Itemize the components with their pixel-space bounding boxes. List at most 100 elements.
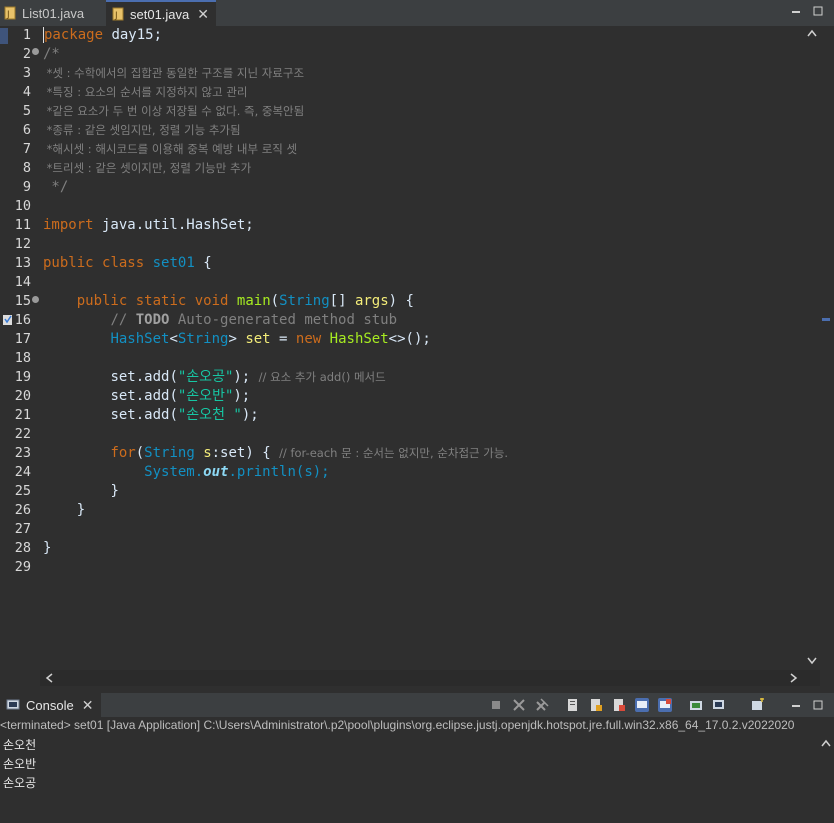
- line-number: 15: [14, 293, 31, 309]
- code-line-6: *종류 : 같은 셋임지만, 정렬 기능 추가됨: [43, 123, 241, 137]
- line-number: 25: [14, 483, 31, 499]
- code-line-15: public static void main(String[] args) {: [76, 293, 414, 309]
- code-line-19: set.add("손오공"); // 요소 추가 add() 메서드: [110, 369, 386, 385]
- line-number: 17: [14, 331, 31, 347]
- line-number: 13: [14, 255, 31, 271]
- code-line-8: *트리셋 : 같은 셋이지만, 정렬 기능만 추가: [43, 161, 252, 175]
- code-line-7: *해시셋 : 해시코드를 이용해 중복 예방 내부 로직 셋: [43, 142, 298, 156]
- tab-set01-java[interactable]: J set01.java ✕: [106, 0, 216, 26]
- line-number: 18: [14, 350, 31, 366]
- scroll-right-icon[interactable]: [790, 673, 798, 686]
- console-output[interactable]: 손오천 손오반 손오공: [0, 734, 818, 823]
- line-number: 22: [14, 426, 31, 442]
- svg-text:J: J: [6, 10, 10, 20]
- editor-horizontal-scrollbar[interactable]: [40, 670, 820, 686]
- fold-toggle-icon[interactable]: [32, 48, 39, 55]
- maximize-icon[interactable]: [811, 698, 825, 712]
- code-line-5: *같은 요소가 두 번 이상 저장될 수 없다. 즉, 중복안됨: [43, 104, 305, 118]
- line-number: 7: [22, 141, 31, 157]
- line-number: 9: [22, 179, 31, 195]
- show-console-output-icon[interactable]: [612, 698, 626, 712]
- code-line-28: }: [43, 540, 52, 556]
- display-selected-console-icon[interactable]: [689, 698, 703, 712]
- code-line-21: set.add("손오천 ");: [110, 407, 259, 423]
- tab-console[interactable]: Console ✕: [0, 693, 101, 717]
- code-line-26: }: [76, 502, 86, 518]
- code-line-9: */: [43, 179, 69, 195]
- line-number-gutter: 1 2 3 4 5 6 7 8 9 10 11 12 13 14 15 16 17 18 19 20 21 22 23 24 2…: [0, 26, 40, 670]
- pin-console-icon[interactable]: [635, 698, 649, 712]
- line-number: 24: [14, 464, 31, 480]
- console-icon: [6, 699, 20, 711]
- code-line-25: }: [110, 483, 119, 499]
- line-number: 1: [22, 27, 31, 43]
- tab-list01-java[interactable]: J List01.java: [4, 0, 84, 26]
- tab-label: List01.java: [22, 5, 85, 21]
- console-launch-status: <terminated> set01 [Java Application] C:…: [0, 717, 834, 734]
- line-number: 3: [22, 65, 31, 81]
- code-line-20: set.add("손오반");: [110, 388, 251, 404]
- new-console-icon[interactable]: [751, 698, 765, 712]
- code-line-17: HashSet<String> set = new HashSet<>();: [110, 331, 431, 347]
- close-icon[interactable]: ✕: [82, 697, 94, 714]
- console-vertical-scrollbar[interactable]: [818, 734, 834, 823]
- java-file-icon: J: [112, 7, 124, 21]
- line-number: 20: [14, 388, 31, 404]
- line-number: 8: [22, 160, 31, 176]
- code-line-1: package day15;: [43, 27, 163, 43]
- editor-vertical-scrollbar[interactable]: [805, 26, 819, 670]
- line-number: 12: [14, 236, 31, 252]
- line-number: 23: [14, 445, 31, 461]
- code-line-3: *셋 : 수학에서의 집합관 동일한 구조를 지닌 자료구조: [43, 66, 305, 80]
- svg-text:J: J: [114, 11, 118, 21]
- line-number: 14: [14, 274, 31, 290]
- line-number: 28: [14, 540, 31, 556]
- console-output-line: 손오천: [3, 738, 37, 752]
- remove-all-icon[interactable]: [535, 698, 549, 712]
- editor-tab-bar: J List01.java J set01.java ✕: [0, 0, 834, 27]
- line-number: 11: [14, 217, 31, 233]
- line-number: 2: [22, 46, 31, 62]
- line-number: 5: [22, 103, 31, 119]
- console-tab-label: Console: [26, 697, 74, 713]
- line-number: 19: [14, 369, 31, 385]
- tab-label: set01.java: [130, 6, 190, 22]
- terminate-icon[interactable]: [489, 698, 503, 712]
- word-wrap-icon[interactable]: [589, 698, 603, 712]
- code-line-4: *특징 : 요소의 순서를 지정하지 않고 관리: [43, 85, 248, 99]
- task-marker-icon[interactable]: [2, 313, 14, 327]
- line-number: 29: [14, 559, 31, 575]
- console-tab-bar: Console ✕: [0, 693, 834, 717]
- console-output-line: 손오반: [3, 757, 37, 771]
- line-number: 27: [14, 521, 31, 537]
- code-line-2: /*: [43, 46, 60, 62]
- line-number: 4: [22, 84, 31, 100]
- line-number: 6: [22, 122, 31, 138]
- console-output-line: 손오공: [3, 776, 37, 790]
- overview-ruler-marker[interactable]: [822, 318, 830, 321]
- fold-toggle-icon[interactable]: [32, 296, 39, 303]
- close-icon[interactable]: ✕: [197, 6, 209, 23]
- code-editor[interactable]: 1 2 3 4 5 6 7 8 9 10 11 12 13 14 15 16 17 18 19 20 21 22 23 24 2…: [0, 26, 834, 686]
- open-console-icon[interactable]: [658, 698, 672, 712]
- code-line-24: System.out.println(s);: [144, 464, 330, 480]
- line-number: 10: [14, 198, 31, 214]
- line-number: 21: [14, 407, 31, 423]
- minimize-icon[interactable]: [789, 698, 803, 712]
- code-line-16: // TODO Auto-generated method stub: [110, 312, 398, 328]
- scroll-lock-icon[interactable]: [566, 698, 580, 712]
- remove-launch-icon[interactable]: [512, 698, 526, 712]
- scroll-down-icon[interactable]: [807, 656, 817, 668]
- code-line-23: for(String s:set) { // for-each 문 : 순서는 …: [110, 445, 509, 461]
- code-area[interactable]: package day15; /* *셋 : 수학에서의 집합관 동일한 구조를…: [43, 26, 803, 670]
- scroll-left-icon[interactable]: [45, 673, 53, 686]
- code-line-13: public class set01 {: [43, 255, 212, 271]
- line-number: 26: [14, 502, 31, 518]
- scroll-up-icon[interactable]: [821, 738, 831, 750]
- scroll-up-icon[interactable]: [807, 28, 817, 40]
- code-line-11: import java.util.HashSet;: [43, 217, 254, 233]
- minimize-icon[interactable]: [789, 4, 803, 18]
- console-view-menu-icon[interactable]: [712, 698, 726, 712]
- maximize-icon[interactable]: [811, 4, 825, 18]
- java-file-icon: J: [4, 6, 16, 20]
